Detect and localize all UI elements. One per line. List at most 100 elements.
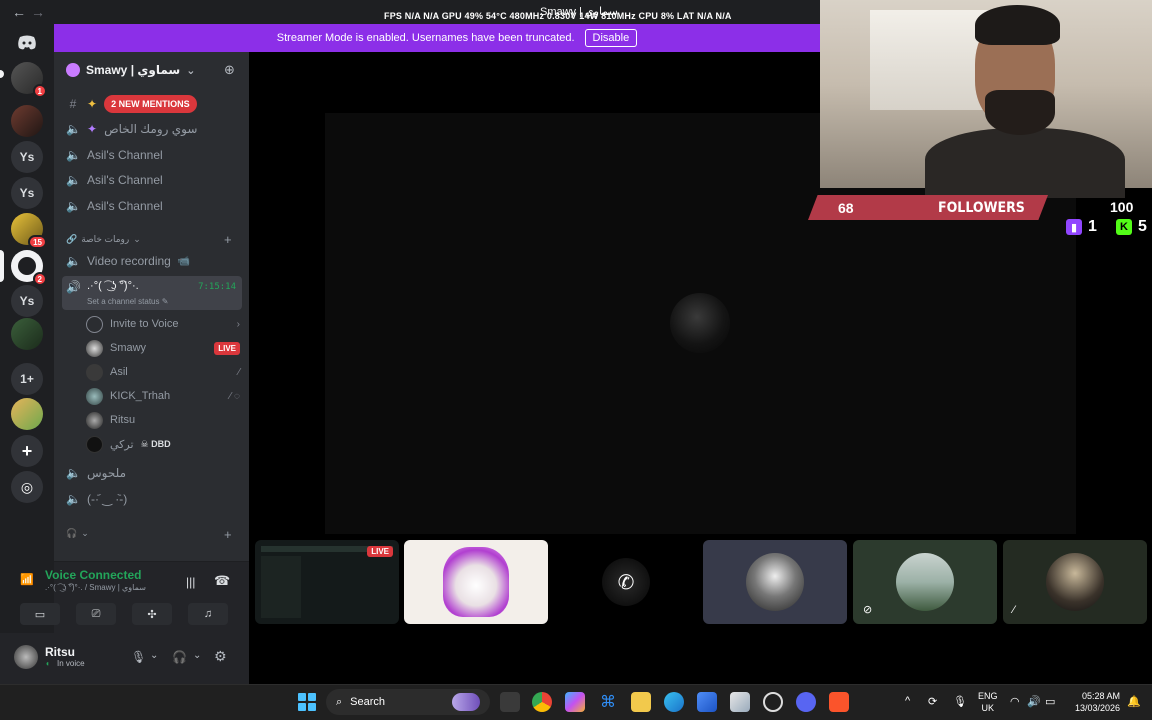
chevron-down-icon[interactable]: ⌄ xyxy=(193,650,201,661)
mail-icon[interactable] xyxy=(697,692,717,712)
voice-channel[interactable]: 🔈 Asil's Channel xyxy=(62,143,242,167)
server-avatar[interactable] xyxy=(11,105,43,137)
chevron-up-icon[interactable]: ^ xyxy=(905,695,910,707)
create-channel-icon[interactable]: + xyxy=(224,527,232,542)
mic-muted-icon: ⁄ xyxy=(1013,604,1015,616)
microphone-icon[interactable]: 🎙 xyxy=(131,650,146,664)
noise-suppression-icon[interactable]: ||| xyxy=(186,575,195,589)
microphone-icon[interactable]: 🎙 xyxy=(953,695,967,708)
settings-gear-icon[interactable]: ⚙ xyxy=(214,648,227,665)
voice-channel[interactable]: 🔈 Asil's Channel xyxy=(62,194,242,218)
add-person-icon xyxy=(86,315,103,333)
invite-label: Invite to Voice xyxy=(110,318,179,330)
server-ys[interactable]: Ys xyxy=(11,141,43,173)
soundboard-button[interactable]: ♫ xyxy=(188,603,228,625)
server-avatar[interactable]: 15 xyxy=(11,213,47,249)
chevron-down-icon[interactable]: ⌄ xyxy=(150,650,158,661)
voice-channel-video[interactable]: 🔈 Video recording 📹 xyxy=(62,249,242,273)
battery-icon[interactable]: ▭ xyxy=(1045,695,1055,708)
edge-icon[interactable] xyxy=(664,692,684,712)
wifi-icon[interactable]: ◠ xyxy=(1010,695,1020,708)
webcam-person xyxy=(925,128,1125,198)
store-icon[interactable] xyxy=(730,692,750,712)
forward-arrow-icon[interactable]: → xyxy=(31,4,45,20)
participant-tile[interactable]: ✆ xyxy=(554,540,698,624)
headphones-icon[interactable]: 🎧 xyxy=(172,650,187,664)
voice-member[interactable]: Smawy LIVE xyxy=(86,337,240,359)
channel-label: Asil's Channel xyxy=(87,148,163,162)
voice-channel[interactable]: 🔈 ✦ سوي رومك الخاص xyxy=(62,117,242,141)
voice-channel[interactable]: 🔈 (-·᷄ ‿ ·᷅-) xyxy=(62,487,242,511)
chrome-icon[interactable] xyxy=(532,692,552,712)
server-ys[interactable]: Ys xyxy=(11,177,43,209)
user-name[interactable]: Ritsu xyxy=(45,645,75,659)
signal-icon[interactable]: 📶 xyxy=(20,573,34,586)
hashtag-icon: # xyxy=(69,97,77,111)
discover-icon[interactable]: ◎ xyxy=(11,471,43,503)
server-avatar[interactable] xyxy=(11,318,43,350)
chevron-down-icon: ⌄ xyxy=(186,64,196,77)
voice-channel[interactable]: 🔈 ملحوس xyxy=(62,461,242,485)
language-indicator[interactable]: ENG UK xyxy=(978,690,998,714)
app-icon[interactable] xyxy=(763,692,783,712)
back-arrow-icon[interactable]: ← xyxy=(12,4,26,20)
participant-tile[interactable]: ⁄ xyxy=(1003,540,1147,624)
channel-label: (-·᷄ ‿ ·᷅-) xyxy=(87,492,128,506)
activities-button[interactable]: ✣ xyxy=(132,603,172,625)
invite-to-voice[interactable]: Invite to Voice › xyxy=(86,313,240,335)
participant-tile[interactable] xyxy=(404,540,548,624)
vscode-icon[interactable]: ⌘ xyxy=(598,692,618,712)
voice-member[interactable]: Ritsu xyxy=(86,409,240,431)
disconnect-icon[interactable]: ☎ xyxy=(214,573,230,589)
notifications-icon[interactable]: 🔔 xyxy=(1127,695,1141,708)
discord-taskbar-icon[interactable] xyxy=(796,692,816,712)
clock[interactable]: 05:28 AM 13/03/2026 xyxy=(1070,690,1120,714)
voice-connected-subtitle[interactable]: .·°( ͡ ͜ ʖ ͡°)°·. / Smawy | سماوي xyxy=(45,583,146,592)
participant-tile[interactable]: ⊘ xyxy=(853,540,997,624)
disable-button[interactable]: Disable xyxy=(584,29,638,47)
participant-tile[interactable] xyxy=(703,540,847,624)
channel-mentions[interactable]: # ✦ 2 NEW MENTIONS xyxy=(62,92,242,116)
server-ys[interactable]: Ys xyxy=(11,285,43,317)
server-avatar[interactable]: 1 xyxy=(11,62,47,98)
taskbar-search[interactable]: ⌕ Search xyxy=(326,689,490,715)
activity-label: DBD xyxy=(151,438,171,449)
file-explorer-icon[interactable] xyxy=(631,692,651,712)
volume-icon[interactable]: 🔊 xyxy=(1027,695,1041,708)
start-button[interactable] xyxy=(298,693,316,711)
speaker-icon: 🔈 xyxy=(66,492,81,506)
voice-member[interactable]: تركي ☠ DBD xyxy=(86,433,240,455)
server-1plus[interactable]: 1+ xyxy=(11,363,43,395)
set-status-link[interactable]: Set a channel status ✎ xyxy=(87,297,168,306)
server-avatar[interactable] xyxy=(11,398,43,430)
avatar[interactable] xyxy=(14,645,38,669)
live-badge: LIVE xyxy=(214,341,240,355)
create-channel-icon[interactable]: + xyxy=(224,232,232,247)
invite-people-icon[interactable]: ⊕ xyxy=(224,62,235,78)
category-header[interactable]: 🎧 ⌄ xyxy=(66,528,89,539)
search-label: Search xyxy=(350,696,386,708)
speaker-icon: 🔈 xyxy=(66,466,81,480)
participant-tile-stream[interactable]: LIVE xyxy=(255,540,399,624)
streamer-mode-text: Streamer Mode is enabled. Usernames have… xyxy=(276,32,575,44)
task-view-icon[interactable] xyxy=(500,692,520,712)
category-header[interactable]: 🔗 رومات خاصة ⌄ xyxy=(66,234,141,245)
voice-member[interactable]: KICK_Trhah ⁄ ◌ xyxy=(86,385,240,407)
avatar xyxy=(1046,553,1104,611)
sync-icon[interactable]: ⟳ xyxy=(928,695,937,708)
guild-name: Smawy | سماوي xyxy=(86,63,181,77)
voice-channel[interactable]: 🔈 Asil's Channel xyxy=(62,168,242,192)
guild-header[interactable]: Smawy | سماوي ⌄ xyxy=(54,52,249,88)
followers-bar: 68 FOLLOWERS xyxy=(808,195,1048,220)
screen-share-button[interactable]: ⎚ xyxy=(76,603,116,625)
new-mentions-pill[interactable]: 2 NEW MENTIONS xyxy=(104,95,197,113)
brave-icon[interactable] xyxy=(829,692,849,712)
discord-home-icon[interactable] xyxy=(11,26,43,58)
camera-off-button[interactable]: ▭ xyxy=(20,603,60,625)
speaker-icon: 🔈 xyxy=(66,122,81,136)
copilot-icon[interactable] xyxy=(565,692,585,712)
member-name: Asil xyxy=(110,366,128,378)
voice-member[interactable]: Asil ⁄ xyxy=(86,361,240,383)
add-server-icon[interactable]: + xyxy=(11,435,43,467)
server-smawy[interactable]: 2 xyxy=(11,250,47,286)
